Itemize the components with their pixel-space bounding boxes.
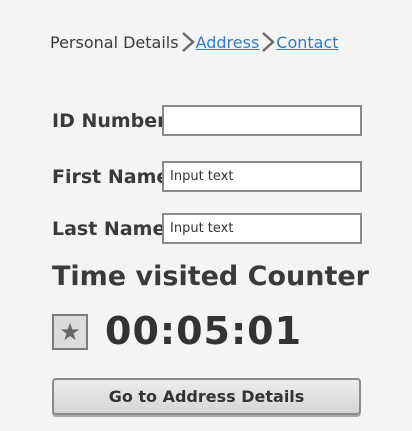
breadcrumb-link-contact[interactable]: Contact bbox=[276, 33, 338, 52]
star-icon: ★ bbox=[59, 318, 81, 346]
last-name-row: Last Name bbox=[52, 213, 362, 244]
first-name-row: First Name bbox=[52, 161, 362, 192]
go-to-address-button[interactable]: Go to Address Details bbox=[52, 378, 361, 415]
first-name-label: First Name bbox=[52, 165, 170, 188]
breadcrumb: Personal Details Address Contact bbox=[50, 30, 339, 54]
visit-timer: 00:05:01 bbox=[105, 309, 303, 353]
last-name-input[interactable] bbox=[162, 213, 362, 244]
breadcrumb-link-address[interactable]: Address bbox=[196, 33, 260, 52]
id-number-input[interactable] bbox=[162, 105, 362, 136]
breadcrumb-current: Personal Details bbox=[50, 32, 179, 52]
last-name-label: Last Name bbox=[52, 217, 166, 240]
counter-title: Time visited Counter bbox=[52, 261, 369, 292]
id-number-label: ID Number bbox=[52, 109, 167, 132]
chevron-right-icon bbox=[260, 31, 276, 53]
id-number-row: ID Number bbox=[52, 105, 362, 136]
star-button[interactable]: ★ bbox=[52, 314, 88, 350]
chevron-right-icon bbox=[180, 31, 196, 53]
first-name-input[interactable] bbox=[162, 161, 362, 192]
